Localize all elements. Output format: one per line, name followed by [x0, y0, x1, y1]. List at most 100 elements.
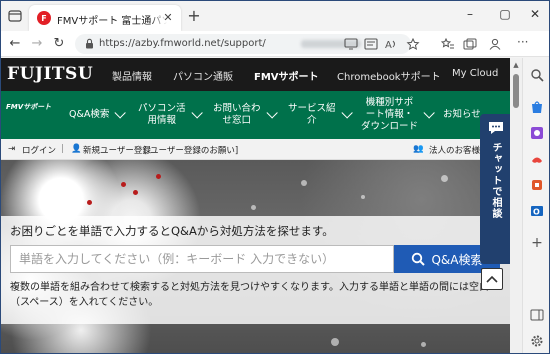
support-nav-label: パソコン活 用情報 — [138, 103, 186, 126]
hero-banner: お困りごとを単語で入力するとQ&Aから対処方法を探せます。 Q&A検索 複数の単… — [1, 160, 510, 353]
support-nav: FMVサポート Q&A検索 パソコン活 用情報 お問い合わ せ窓口 サービス紹 … — [1, 91, 510, 139]
support-nav-label: お知らせ — [443, 109, 481, 120]
read-aloud-icon[interactable]: A — [384, 38, 398, 50]
support-nav-contact[interactable]: お問い合わ せ窓口 — [213, 91, 278, 139]
login-separator: | — [61, 144, 64, 154]
fmv-support-logo[interactable]: FMVサポート — [6, 102, 51, 112]
profile-icon[interactable] — [488, 38, 502, 50]
screen-icon[interactable] — [344, 38, 358, 50]
fujitsu-logo[interactable]: FUJITSU — [7, 64, 93, 84]
scroll-to-top-button[interactable] — [481, 268, 503, 290]
favorite-icon[interactable] — [406, 38, 420, 50]
svg-text:A: A — [385, 40, 392, 50]
lock-icon — [85, 38, 94, 49]
chevron-down-icon — [423, 107, 435, 119]
browser-window: F FMVサポート 富士通パソコン 個人向 ✕ + – ▢ ✕ ← → ↻ ht… — [0, 0, 550, 354]
snow-decoration — [301, 180, 307, 186]
berry-decoration — [87, 200, 92, 205]
search-icon — [411, 252, 426, 266]
search-sidebar-icon[interactable] — [530, 68, 544, 82]
support-nav-services[interactable]: サービス紹 介 — [288, 91, 353, 139]
page-viewport: FUJITSU 製品情報 パソコン通販 FMVサポート Chromebookサポ… — [1, 58, 510, 353]
search-lead-text: お困りごとを単語で入力するとQ&Aから対処方法を探せます。 — [10, 224, 334, 238]
svg-text:O: O — [533, 208, 540, 217]
close-window-icon[interactable]: ✕ — [521, 5, 549, 23]
login-icon: ⇥ — [8, 144, 16, 154]
scroll-up-arrow-icon[interactable]: ▲ — [512, 61, 520, 69]
chat-consult-button[interactable]: チャットで相談 — [480, 114, 510, 264]
split-screen-icon[interactable] — [530, 308, 544, 322]
browser-tab[interactable]: F FMVサポート 富士通パソコン 個人向 ✕ — [29, 5, 181, 31]
global-nav-shop[interactable]: パソコン通販 — [173, 68, 233, 83]
close-tab-icon[interactable]: ✕ — [161, 11, 175, 25]
reload-icon[interactable]: ↻ — [49, 35, 69, 53]
register-note-link[interactable]: [ ユーザー登録のお願い] — [144, 144, 238, 156]
page-scrollbar[interactable]: ▲ — [510, 58, 522, 353]
global-nav-my-cloud[interactable]: My Cloud — [452, 68, 498, 79]
person-icon: 👤 — [71, 144, 82, 154]
scrollbar-thumb[interactable] — [513, 74, 519, 108]
qa-search-input[interactable] — [11, 246, 393, 272]
edge-sidebar: O + — [522, 58, 549, 353]
address-bar[interactable]: https://azby.fmworld.net/support/ — [75, 34, 411, 54]
berry-decoration — [121, 182, 126, 187]
global-nav-products[interactable]: 製品情報 — [112, 68, 152, 83]
search-note: 複数の単語を組み合わせて検索すると対処方法を見つけやすくなります。入力する単語と… — [10, 282, 489, 308]
tab-actions-icon[interactable] — [7, 8, 23, 24]
chevron-up-icon — [486, 275, 498, 283]
favorites-list-icon[interactable] — [441, 38, 455, 50]
new-tab-plus-icon[interactable]: + — [185, 8, 203, 26]
url-text: https://azby.fmworld.net/support/ — [99, 38, 266, 49]
chat-consult-label: チャットで相談 — [490, 142, 501, 219]
more-icon[interactable]: ··· — [517, 36, 531, 50]
berry-decoration — [133, 190, 138, 195]
reader-icon[interactable] — [364, 38, 378, 50]
snow-decoration — [251, 205, 256, 210]
support-nav-label: お問い合わ せ窓口 — [213, 103, 261, 126]
tab-strip: F FMVサポート 富士通パソコン 個人向 ✕ + – ▢ ✕ — [1, 1, 549, 31]
global-header: FUJITSU 製品情報 パソコン通販 FMVサポート Chromebookサポ… — [1, 58, 510, 91]
shopping-sidebar-icon[interactable] — [530, 100, 544, 114]
support-nav-label: サービス紹 介 — [288, 103, 336, 126]
back-icon[interactable]: ← — [5, 35, 25, 53]
support-nav-label: Q&A検索 — [69, 109, 110, 120]
chevron-down-icon — [114, 107, 127, 119]
register-link[interactable]: 新規ユーザー登録 — [83, 144, 151, 156]
global-nav-chromebook-support[interactable]: Chromebookサポート — [337, 68, 441, 83]
chevron-down-icon — [190, 107, 203, 119]
qa-search-panel: お困りごとを単語で入力するとQ&Aから対処方法を探せます。 Q&A検索 複数の単… — [1, 216, 510, 324]
snow-decoration — [421, 342, 426, 347]
support-nav-label: 機種別サポ ート情報・ ダウンロード — [361, 97, 419, 132]
snow-decoration — [361, 195, 365, 199]
qa-search-box — [10, 245, 394, 273]
forward-icon[interactable]: → — [27, 35, 47, 53]
support-nav-pc-usage[interactable]: パソコン活 用情報 — [138, 91, 203, 139]
login-bar: ⇥ ログイン | 👤 新規ユーザー登録 [ ユーザー登録のお願い] 👥 法人のお… — [1, 139, 510, 160]
snow-decoration — [331, 338, 339, 346]
support-nav-model-downloads[interactable]: 機種別サポ ート情報・ ダウンロード — [361, 91, 435, 139]
login-link[interactable]: ログイン — [22, 144, 56, 156]
chevron-down-icon — [340, 107, 353, 119]
tools-sidebar-icon[interactable] — [530, 126, 544, 140]
qa-search-button-label: Q&A検索 — [431, 252, 483, 267]
snow-decoration — [441, 175, 448, 182]
games-sidebar-icon[interactable] — [530, 152, 544, 166]
add-sidebar-icon[interactable]: + — [530, 236, 544, 250]
berry-decoration — [156, 174, 161, 179]
settings-gear-icon[interactable] — [530, 334, 544, 348]
corporate-link[interactable]: 法人のお客様 — [429, 144, 480, 156]
address-toolbar: ← → ↻ https://azby.fmworld.net/support/ … — [1, 31, 549, 57]
support-nav-qa-search[interactable]: Q&A検索 — [69, 91, 127, 139]
corporate-icon: 👥 — [413, 144, 424, 154]
chat-bubble-icon — [487, 120, 505, 136]
collections-icon[interactable] — [463, 38, 477, 50]
office-sidebar-icon[interactable] — [530, 178, 544, 192]
maximize-icon[interactable]: ▢ — [491, 5, 519, 23]
tab-title: FMVサポート 富士通パソコン 個人向 — [57, 16, 167, 27]
outlook-sidebar-icon[interactable]: O — [530, 204, 544, 218]
minimize-icon[interactable]: – — [456, 5, 484, 23]
chevron-down-icon — [265, 107, 278, 119]
global-nav-fmv-support[interactable]: FMVサポート — [254, 68, 319, 83]
site-favicon-icon: F — [37, 11, 51, 25]
support-nav-news[interactable]: お知らせ — [443, 91, 481, 139]
